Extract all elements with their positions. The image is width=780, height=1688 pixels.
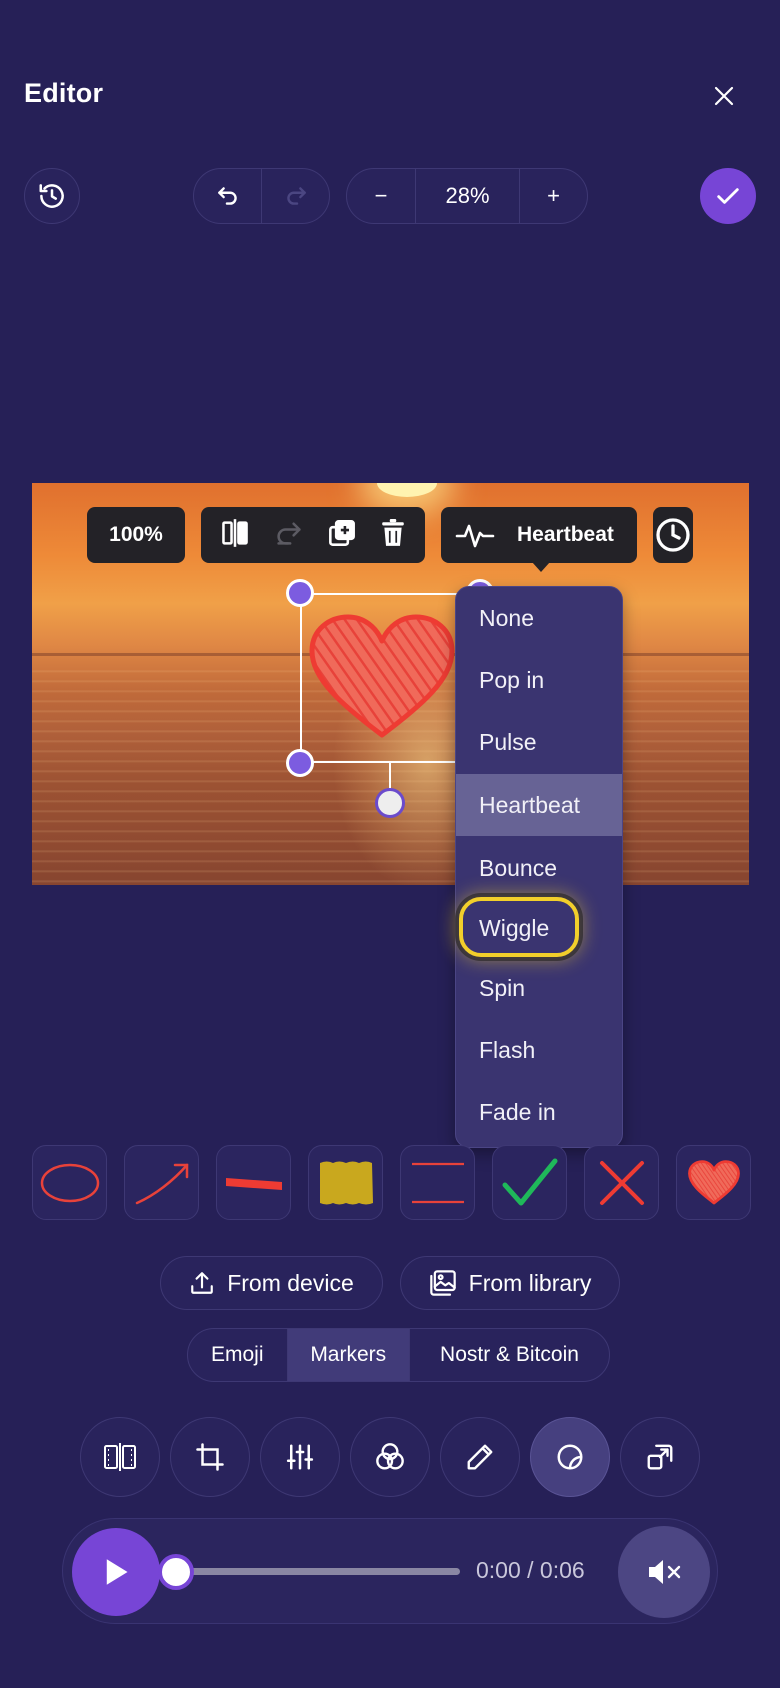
forward-icon bbox=[277, 522, 301, 545]
from-device-label: From device bbox=[227, 1269, 354, 1296]
tab-nostr-bitcoin[interactable]: Nostr & Bitcoin bbox=[408, 1329, 609, 1381]
redo-button[interactable] bbox=[261, 169, 329, 223]
menu-item-spin[interactable]: Spin bbox=[456, 957, 622, 1019]
sun bbox=[377, 483, 437, 497]
pencil-icon bbox=[467, 1444, 493, 1470]
duplicate-icon bbox=[329, 519, 356, 546]
resize-icon bbox=[647, 1444, 673, 1470]
sticker-highlighter[interactable] bbox=[308, 1145, 383, 1220]
tab-markers[interactable]: Markers bbox=[286, 1329, 409, 1381]
history-button[interactable] bbox=[24, 168, 80, 224]
duplicate-button[interactable] bbox=[328, 519, 356, 552]
pulse-icon bbox=[455, 524, 495, 548]
resize-handle-top-left[interactable] bbox=[286, 579, 314, 607]
forward-button[interactable] bbox=[274, 519, 304, 552]
film-trim-icon bbox=[104, 1443, 136, 1471]
category-tabs: Emoji Markers Nostr & Bitcoin bbox=[187, 1328, 610, 1382]
sticker-ellipse[interactable] bbox=[32, 1145, 107, 1220]
mute-button[interactable] bbox=[618, 1526, 710, 1618]
undo-icon bbox=[217, 187, 237, 205]
gallery-icon bbox=[429, 1270, 456, 1296]
check-marker-icon bbox=[502, 1158, 557, 1205]
tool-crop[interactable] bbox=[170, 1417, 250, 1497]
rotate-line bbox=[389, 763, 391, 789]
stroke-marker-icon bbox=[225, 1177, 282, 1190]
animation-label: Heartbeat bbox=[517, 523, 614, 546]
tool-adjust[interactable] bbox=[260, 1417, 340, 1497]
menu-item-none[interactable]: None bbox=[456, 587, 622, 649]
flip-button[interactable] bbox=[221, 518, 249, 553]
zoom-out-button[interactable]: − bbox=[347, 169, 415, 223]
menu-item-pulse[interactable]: Pulse bbox=[456, 711, 622, 773]
arrow-marker-icon bbox=[135, 1163, 188, 1204]
tool-resize[interactable] bbox=[620, 1417, 700, 1497]
dropdown-caret bbox=[532, 562, 550, 572]
clock-icon bbox=[656, 518, 690, 552]
filters-icon bbox=[376, 1443, 404, 1470]
resize-handle-bottom-left[interactable] bbox=[286, 749, 314, 777]
menu-item-bounce[interactable]: Bounce bbox=[456, 837, 622, 899]
tool-filters[interactable] bbox=[350, 1417, 430, 1497]
layer-tools bbox=[201, 507, 425, 563]
menu-item-pop-in[interactable]: Pop in bbox=[456, 649, 622, 711]
cross-marker-icon bbox=[599, 1160, 644, 1205]
delete-button[interactable] bbox=[381, 518, 405, 552]
sticker-double-line[interactable] bbox=[400, 1145, 475, 1220]
menu-item-flash[interactable]: Flash bbox=[456, 1019, 622, 1081]
timeline-scrubber[interactable] bbox=[158, 1554, 194, 1590]
menu-item-heartbeat[interactable]: Heartbeat bbox=[456, 774, 622, 836]
selection-box bbox=[300, 593, 480, 763]
sticker-arrow[interactable] bbox=[124, 1145, 199, 1220]
flip-icon bbox=[222, 518, 249, 547]
heart-marker-icon bbox=[687, 1159, 740, 1204]
menu-item-fade-in[interactable]: Fade in bbox=[456, 1081, 622, 1143]
trash-icon bbox=[381, 518, 404, 546]
from-device-button[interactable]: From device bbox=[160, 1256, 383, 1310]
animation-selector[interactable]: Heartbeat bbox=[441, 507, 637, 563]
crop-icon bbox=[196, 1443, 224, 1471]
close-button[interactable] bbox=[708, 80, 740, 112]
muted-speaker-icon bbox=[649, 1560, 681, 1584]
check-icon bbox=[717, 188, 739, 204]
from-library-button[interactable]: From library bbox=[400, 1256, 620, 1310]
sticker-heart[interactable] bbox=[676, 1145, 751, 1220]
tab-emoji[interactable]: Emoji bbox=[188, 1329, 287, 1381]
tool-trim[interactable] bbox=[80, 1417, 160, 1497]
zoom-value: 28% bbox=[415, 169, 519, 223]
tool-draw[interactable] bbox=[440, 1417, 520, 1497]
time-readout: 0:00 / 0:06 bbox=[476, 1557, 585, 1583]
page-title: Editor bbox=[24, 78, 104, 108]
redo-icon bbox=[286, 187, 306, 205]
sticker-icon bbox=[557, 1444, 583, 1470]
upload-icon bbox=[191, 1272, 214, 1294]
timing-button[interactable] bbox=[653, 507, 693, 563]
play-icon bbox=[106, 1559, 128, 1585]
undo-redo-group bbox=[193, 168, 330, 224]
opacity-button[interactable]: 100% bbox=[87, 507, 185, 563]
history-icon bbox=[39, 184, 64, 208]
highlighter-marker-icon bbox=[319, 1161, 373, 1204]
marker-sticker-list bbox=[32, 1145, 780, 1220]
sticker-check[interactable] bbox=[492, 1145, 567, 1220]
zoom-control: − 28% + bbox=[346, 168, 588, 224]
zoom-in-button[interactable]: + bbox=[519, 169, 587, 223]
sliders-icon bbox=[286, 1444, 314, 1470]
rotate-handle[interactable] bbox=[375, 788, 405, 818]
editor-tools bbox=[80, 1417, 700, 1497]
close-icon bbox=[714, 86, 734, 106]
ellipse-marker-icon bbox=[40, 1163, 99, 1202]
double-line-marker-icon bbox=[411, 1162, 464, 1203]
timeline-track[interactable] bbox=[174, 1568, 460, 1575]
from-library-label: From library bbox=[468, 1269, 592, 1296]
animation-menu: None Pop in Pulse Heartbeat Bounce Wiggl… bbox=[455, 586, 623, 1148]
sticker-stroke[interactable] bbox=[216, 1145, 291, 1220]
tool-sticker[interactable] bbox=[530, 1417, 610, 1497]
sticker-cross[interactable] bbox=[584, 1145, 659, 1220]
play-button[interactable] bbox=[72, 1528, 160, 1616]
undo-button[interactable] bbox=[194, 169, 261, 223]
menu-item-wiggle[interactable]: Wiggle bbox=[456, 897, 622, 959]
confirm-button[interactable] bbox=[700, 168, 756, 224]
